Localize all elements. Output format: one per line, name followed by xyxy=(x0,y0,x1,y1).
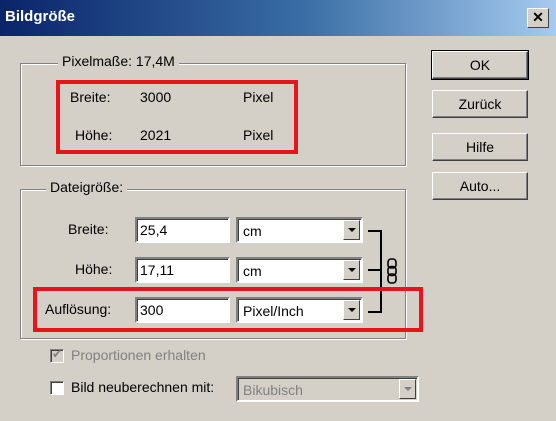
link-bracket-middle xyxy=(368,269,382,271)
image-size-dialog: Bildgröße ✕ Pixelmaße: 17,4M Breite: 300… xyxy=(0,0,556,421)
resample-method-select[interactable]: Bikubisch xyxy=(236,376,419,402)
doc-height-input[interactable]: 17,11 xyxy=(135,257,230,283)
doc-width-label: Breite: xyxy=(68,221,109,237)
document-size-legend: Dateigröße: xyxy=(46,179,128,195)
chevron-down-icon[interactable] xyxy=(343,260,360,280)
window-title: Bildgröße xyxy=(5,8,75,25)
doc-height-unit: cm xyxy=(243,263,262,279)
doc-width-unit: cm xyxy=(243,223,262,239)
close-icon: ✕ xyxy=(532,9,544,25)
pixel-dimensions-highlight xyxy=(56,80,298,154)
doc-height-unit-select[interactable]: cm xyxy=(236,257,363,283)
ok-button[interactable]: OK xyxy=(431,50,529,80)
resample-checkbox[interactable] xyxy=(50,381,64,395)
reset-button[interactable]: Zurück xyxy=(432,90,528,118)
title-bar[interactable]: Bildgröße ✕ xyxy=(0,0,556,36)
doc-width-value: 25,4 xyxy=(140,222,168,238)
resolution-highlight xyxy=(33,287,423,332)
help-button[interactable]: Hilfe xyxy=(432,133,528,161)
close-button[interactable]: ✕ xyxy=(527,8,549,28)
pixel-dimensions-legend: Pixelmaße: 17,4M xyxy=(58,53,179,69)
resample-label: Bild neuberechnen mit: xyxy=(71,379,215,395)
doc-width-unit-select[interactable]: cm xyxy=(236,217,363,243)
doc-height-label: Höhe: xyxy=(75,261,113,277)
chevron-down-icon[interactable] xyxy=(343,220,360,240)
doc-height-value: 17,11 xyxy=(140,262,174,278)
resample-method: Bikubisch xyxy=(243,382,303,398)
chain-link-icon xyxy=(387,258,397,284)
chevron-down-icon[interactable] xyxy=(399,379,416,399)
constrain-proportions-label: Proportionen erhalten xyxy=(71,347,206,363)
checkmark-icon: ✔ xyxy=(52,347,63,361)
constrain-proportions-checkbox[interactable]: ✔ xyxy=(50,347,64,363)
doc-width-input[interactable]: 25,4 xyxy=(135,217,230,243)
auto-button[interactable]: Auto... xyxy=(432,172,528,200)
